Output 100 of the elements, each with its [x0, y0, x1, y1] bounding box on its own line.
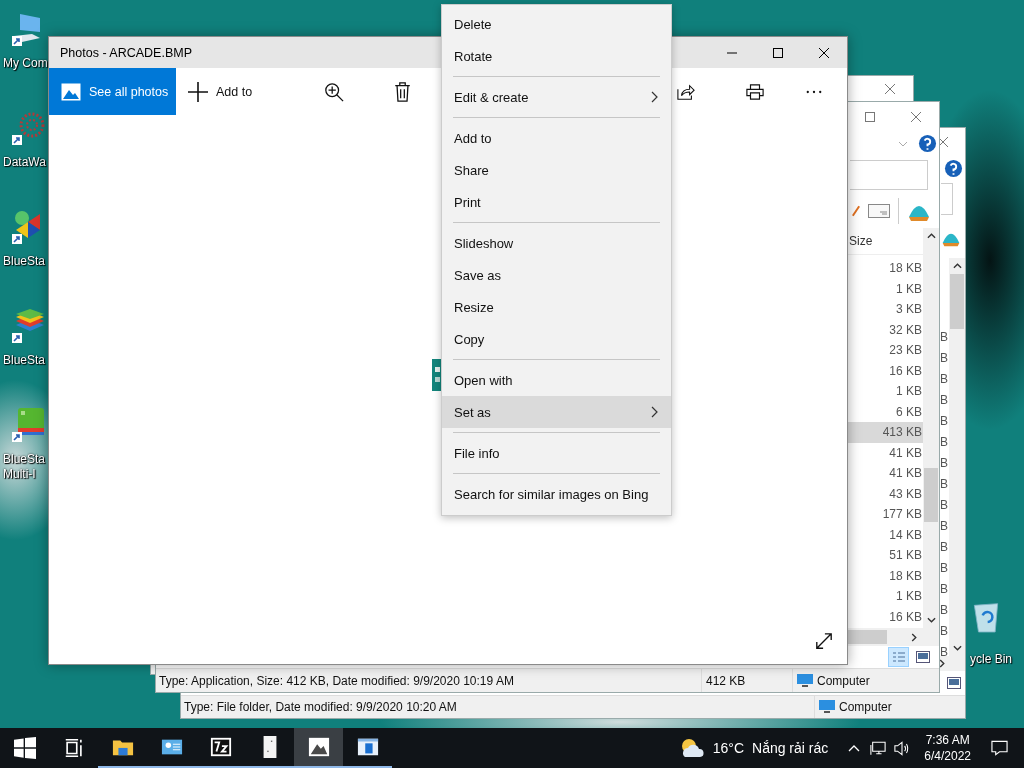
scrollbar-thumb[interactable]: [950, 273, 964, 329]
window-title: Photos - ARCADE.BMP: [59, 45, 192, 60]
size-cell[interactable]: 51 KB: [848, 545, 923, 566]
search-field[interactable]: [850, 160, 928, 190]
size-cell[interactable]: 413 KB: [848, 422, 923, 443]
menu-item[interactable]: Search for similar images on Bing: [442, 478, 671, 510]
size-cell[interactable]: 3 KB: [848, 299, 923, 320]
size-cell-text: B: [939, 391, 949, 409]
windows-logo-icon[interactable]: [13, 737, 36, 759]
print-icon[interactable]: [746, 81, 765, 102]
icon-label: BlueSta: [2, 353, 46, 368]
more-icon[interactable]: [806, 89, 823, 94]
size-cell[interactable]: 23 KB: [848, 340, 923, 361]
size-cell-text: B: [939, 412, 949, 430]
size-cell-text: B: [939, 475, 949, 493]
size-cell[interactable]: 18 KB: [848, 565, 923, 586]
preview-view-icon[interactable]: [947, 677, 961, 690]
size-cell-text: B: [939, 370, 949, 388]
scroll-right-icon[interactable]: [939, 659, 945, 669]
pencil-icon[interactable]: [852, 204, 860, 218]
scroll-down-icon[interactable]: [926, 617, 936, 623]
scroll-up-icon[interactable]: [952, 262, 962, 269]
scrollbar[interactable]: [949, 257, 965, 656]
scroll-up-icon[interactable]: [926, 233, 936, 239]
status-text: Type: File folder, Date modified: 9/9/2020 10:20 AM: [183, 700, 458, 715]
size-cell[interactable]: 1 KB: [848, 586, 923, 607]
close-icon[interactable]: [819, 47, 829, 58]
size-cell[interactable]: 16 KB: [848, 606, 923, 627]
size-cell[interactable]: 1 KB: [848, 278, 923, 299]
scrollbar[interactable]: [923, 228, 939, 628]
size-cell[interactable]: 32 KB: [848, 319, 923, 340]
help-icon[interactable]: [944, 158, 963, 178]
menu-item[interactable]: Edit & create: [442, 81, 671, 113]
size-cell-text: B: [939, 538, 949, 556]
icon-label: ycle Bin: [969, 652, 1013, 667]
size-cell-text: B: [939, 643, 949, 661]
size-cell[interactable]: 1 KB: [848, 381, 923, 402]
menu-item[interactable]: Print: [442, 186, 671, 218]
menu-item[interactable]: Copy: [442, 323, 671, 355]
clock-date[interactable]: 6/4/2022: [924, 748, 971, 764]
search-field[interactable]: [941, 183, 953, 216]
menu-item[interactable]: Open with: [442, 364, 671, 396]
menu-item[interactable]: Slideshow: [442, 227, 671, 259]
menu-item[interactable]: File info: [442, 437, 671, 469]
status-location: Computer: [839, 700, 892, 715]
menu-item[interactable]: Save as: [442, 259, 671, 291]
clock-time[interactable]: 7:36 AM: [925, 732, 970, 748]
size-cell[interactable]: 43 KB: [848, 483, 923, 504]
menu-item[interactable]: Set as: [442, 396, 671, 428]
size-cell-text: B: [939, 454, 949, 472]
help-icon[interactable]: [918, 134, 937, 153]
envelope-icon[interactable]: [868, 204, 890, 218]
preview-view-icon[interactable]: [915, 651, 930, 663]
icon-label: Multi-I: [2, 467, 36, 482]
zoom-in-icon[interactable]: [324, 81, 345, 102]
menu-item[interactable]: Share: [442, 154, 671, 186]
archive-icon: [209, 736, 232, 758]
scrollbar-thumb[interactable]: [847, 630, 887, 644]
icon-label: DataWa: [2, 155, 46, 170]
size-cell-text: B: [939, 517, 949, 535]
scroll-down-icon[interactable]: [952, 644, 962, 651]
size-cell[interactable]: 14 KB: [848, 524, 923, 545]
window-icon: [356, 736, 379, 758]
size-cell-text: B: [939, 622, 949, 640]
weather-text[interactable]: Nắng rải rác: [752, 740, 829, 756]
scrollbar-thumb[interactable]: [924, 468, 938, 522]
icon-label: BlueSta: [2, 254, 46, 269]
size-cell-text: B: [939, 580, 949, 598]
size-cell[interactable]: 18 KB: [848, 258, 923, 279]
notification-icon[interactable]: [991, 740, 1008, 756]
menu-item[interactable]: Add to: [442, 122, 671, 154]
menu-item[interactable]: Rotate: [442, 40, 671, 72]
maximize-icon[interactable]: [773, 47, 783, 58]
status-size: 412 KB: [701, 669, 792, 692]
see-all-photos-button[interactable]: See all photos: [49, 68, 176, 115]
size-cell[interactable]: 6 KB: [848, 401, 923, 422]
menu-item[interactable]: Resize: [442, 291, 671, 323]
menu-item[interactable]: Delete: [442, 8, 671, 40]
tile-icon[interactable]: [10, 408, 46, 444]
dots-icon[interactable]: [10, 111, 46, 147]
size-cell-text: B: [939, 433, 949, 451]
weather-temperature[interactable]: 16°C: [712, 740, 744, 756]
recycle-bin-icon[interactable]: [971, 600, 1001, 634]
size-cell[interactable]: 41 KB: [848, 442, 923, 463]
layers-icon[interactable]: [10, 309, 46, 345]
chevron-up-icon[interactable]: [848, 744, 861, 752]
add-to-button[interactable]: Add to: [176, 68, 265, 115]
network-icon[interactable]: [870, 740, 887, 756]
status-location: Computer: [817, 673, 870, 688]
size-cell[interactable]: 177 KB: [848, 504, 923, 525]
scroll-right-icon[interactable]: [911, 632, 917, 642]
size-cell-text: B: [939, 328, 949, 346]
delete-icon[interactable]: [394, 81, 412, 102]
plus-icon: [188, 81, 208, 102]
volume-icon[interactable]: [894, 740, 911, 756]
size-cell-text: B: [939, 601, 949, 619]
taskbar-app-button[interactable]: [294, 728, 343, 768]
full-screen-icon[interactable]: [815, 632, 833, 650]
size-cell[interactable]: 41 KB: [848, 463, 923, 484]
size-cell[interactable]: 16 KB: [848, 360, 923, 381]
